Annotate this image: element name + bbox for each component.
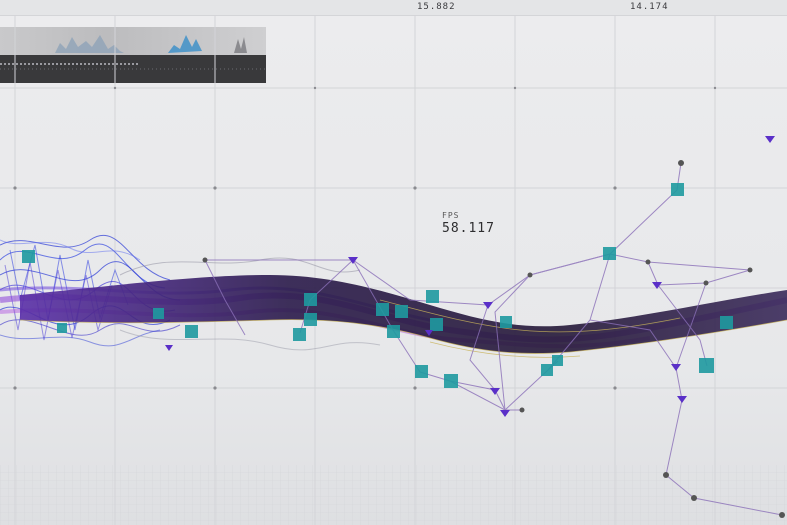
gray-dot-node-icon (527, 272, 533, 278)
violet-triangle-node-icon (483, 302, 493, 309)
gray-dot-node-icon (202, 257, 208, 263)
teal-square-node-icon (671, 183, 684, 196)
teal-square-node-icon (304, 293, 317, 306)
gray-dot-node-icon (703, 280, 709, 286)
teal-square-node-icon (444, 374, 458, 388)
fps-value: 58.117 (442, 221, 495, 236)
teal-square-node-icon (426, 290, 439, 303)
fps-label: FPS (442, 211, 460, 220)
violet-triangle-node-icon (677, 396, 687, 403)
gray-dot-node-icon (747, 267, 753, 273)
teal-square-node-icon (185, 325, 198, 338)
gray-dot-node-icon (645, 259, 651, 265)
violet-triangle-node-icon (490, 388, 500, 395)
teal-square-node-icon (293, 328, 306, 341)
gray-dot-node-icon (519, 407, 525, 413)
background-grid (0, 15, 787, 525)
teal-square-node-icon (552, 355, 563, 366)
violet-triangle-node-icon (671, 364, 681, 371)
fps-readout: FPS 58.117 (442, 211, 495, 236)
visualization-canvas: 15.882 14.174 FPS 58.117 (0, 0, 787, 525)
floor-grid (0, 465, 787, 525)
teal-square-node-icon (430, 318, 443, 331)
teal-square-node-icon (153, 308, 164, 319)
teal-square-node-icon (387, 325, 400, 338)
teal-square-node-icon (699, 358, 714, 373)
teal-square-node-icon (376, 303, 389, 316)
teal-square-node-icon (395, 305, 408, 318)
teal-square-node-icon (57, 323, 67, 333)
teal-square-node-icon (415, 365, 428, 378)
gray-dot-node-icon (779, 512, 785, 518)
violet-triangle-node-icon (500, 410, 510, 417)
gray-dot-node-icon (678, 160, 684, 166)
teal-square-node-icon (603, 247, 616, 260)
violet-triangle-node-icon (165, 345, 173, 351)
violet-triangle-node-icon (765, 136, 775, 143)
teal-square-node-icon (500, 316, 512, 328)
teal-square-node-icon (541, 364, 553, 376)
teal-square-node-icon (720, 316, 733, 329)
teal-square-node-icon (304, 313, 317, 326)
gray-dot-node-icon (663, 472, 669, 478)
teal-square-node-icon (22, 250, 35, 263)
gray-dot-node-icon (691, 495, 697, 501)
network-visualization (0, 15, 787, 525)
